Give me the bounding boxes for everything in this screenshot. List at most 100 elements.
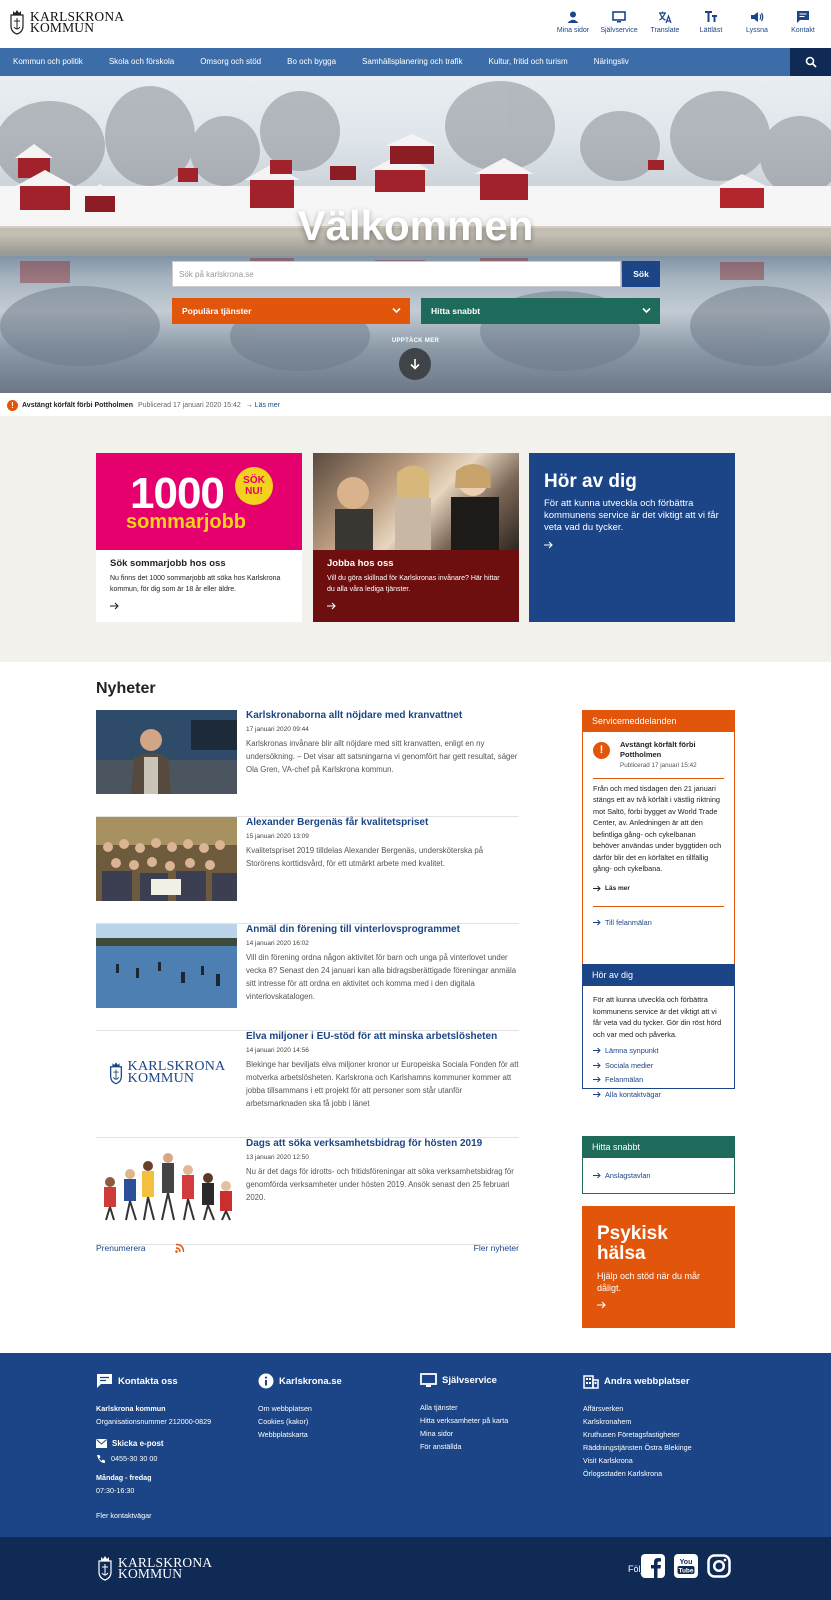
card-title: Sök sommarjobb hos oss — [110, 558, 226, 569]
news-item[interactable]: Alexander Bergenäs får kvalitetspriset 1… — [96, 817, 519, 924]
news-date: 14 januari 2020 14:56 — [246, 1047, 309, 1054]
hero-search-input[interactable]: Sök på karlskrona.se — [172, 261, 621, 287]
nav-item-kultur[interactable]: Kultur, fritid och turism — [476, 48, 581, 76]
news-title[interactable]: Karlskronaborna allt nöjdare med kranvat… — [246, 710, 519, 721]
dropdown-label: Populära tjänster — [182, 306, 252, 316]
footer-site-column: Karlskrona.se Om webbplatsen Cookies (ka… — [258, 1373, 342, 1441]
kontakt-link[interactable]: Kontakt — [781, 10, 825, 34]
mina-sidor-link[interactable]: Mina sidor — [551, 10, 595, 34]
external-site-link[interactable]: Räddningstjänsten Östra Blekinge — [583, 1441, 692, 1454]
news-title[interactable]: Anmäl din förening till vinterlovsprogra… — [246, 924, 519, 935]
arrow-right-icon — [593, 919, 601, 926]
site-header: KARLSKRONA KOMMUN Mina sidor Självservice… — [0, 0, 831, 48]
cookies-link[interactable]: Cookies (kakor) — [258, 1415, 342, 1428]
about-site-link[interactable]: Om webbplatsen — [258, 1402, 342, 1415]
box-title: Hör av dig — [582, 964, 735, 986]
news-date: 15 januari 2020 13:09 — [246, 833, 309, 840]
external-site-link[interactable]: Karlskronahem — [583, 1415, 692, 1428]
service-alert-bar: ! Avstängt körfält förbi Pottholmen Publ… — [0, 394, 831, 416]
arrow-right-icon — [544, 541, 553, 549]
work-with-us-card[interactable]: Jobba hos oss Vill du göra skillnad för … — [313, 453, 519, 622]
lattlast-link[interactable]: Lättläst — [689, 10, 733, 34]
news-title[interactable]: Dags att söka verksamhetsbidrag för höst… — [246, 1138, 519, 1149]
news-item[interactable]: Karlskronaborna allt nöjdare med kranvat… — [96, 710, 519, 817]
site-footer: Kontakta oss Karlskrona kommun Organisat… — [0, 1353, 831, 1537]
external-site-link[interactable]: Örlogsstaden Karlskrona — [583, 1467, 692, 1480]
news-date: 13 januari 2020 12:50 — [246, 1154, 309, 1161]
news-item[interactable]: Dags att söka verksamhetsbidrag för höst… — [96, 1138, 519, 1245]
report-issue-link[interactable]: Till felanmälan — [593, 917, 724, 929]
nav-item-omsorg[interactable]: Omsorg och stöd — [187, 48, 274, 76]
employees-link[interactable]: För anställda — [420, 1440, 508, 1453]
external-site-link[interactable]: Affärsverken — [583, 1402, 692, 1415]
info-icon: ! — [7, 399, 18, 411]
external-site-link[interactable]: Kruthusen Företagsfastigheter — [583, 1428, 692, 1441]
fault-report-link[interactable]: Felanmälan — [593, 1074, 724, 1086]
news-title[interactable]: Elva miljoner i EU-stöd för att minska a… — [246, 1031, 519, 1042]
map-link[interactable]: Hitta verksamheter på karta — [420, 1414, 508, 1427]
all-contact-link[interactable]: Alla kontaktvägar — [593, 1089, 724, 1101]
more-news-link[interactable]: Fler nyheter — [474, 1243, 519, 1253]
social-media-link[interactable]: Sociala medier — [593, 1060, 724, 1072]
translate-link[interactable]: Translate — [643, 10, 687, 34]
sitemap-link[interactable]: Webbplatskarta — [258, 1428, 342, 1441]
feedback-card[interactable]: Hör av dig För att kunna utveckla och fö… — [529, 453, 735, 622]
lyssna-link[interactable]: Lyssna — [735, 10, 779, 34]
card-title: Jobba hos oss — [327, 558, 394, 569]
email-link[interactable]: Skicka e-post — [96, 1437, 211, 1450]
opening-days: Måndag - fredag — [96, 1473, 152, 1482]
news-excerpt: Karlskronas invånare blir allt nöjdare m… — [246, 739, 518, 774]
feedback-link[interactable]: Lämna synpunkt — [593, 1045, 724, 1057]
all-services-link[interactable]: Alla tjänster — [420, 1401, 508, 1414]
my-pages-link[interactable]: Mina sidor — [420, 1427, 508, 1440]
arrow-right-icon — [327, 602, 336, 610]
popular-services-dropdown[interactable]: Populära tjänster — [172, 298, 410, 324]
service-read-more-link[interactable]: Läs mer — [593, 883, 724, 895]
nav-item-naringsliv[interactable]: Näringsliv — [581, 48, 642, 76]
contact-us-box: Hör av dig För att kunna utveckla och fö… — [582, 964, 735, 1099]
scroll-down-button[interactable] — [399, 348, 431, 380]
youtube-icon[interactable]: You Tube — [674, 1554, 698, 1578]
news-item[interactable]: Anmäl din förening till vinterlovsprogra… — [96, 924, 519, 1031]
sjalvservice-link[interactable]: Självservice — [597, 10, 641, 34]
nav-item-bo[interactable]: Bo och bygga — [274, 48, 349, 76]
alert-read-more-link[interactable]: → Läs mer — [246, 402, 280, 409]
summer-jobs-card[interactable]: 1000 sommarjobb SÖK NU! Sök sommarjobb ho… — [96, 453, 302, 622]
rss-icon[interactable] — [175, 1243, 185, 1253]
arrow-down-icon — [410, 359, 420, 370]
box-title: Servicemeddelanden — [582, 710, 735, 732]
notice-board-link[interactable]: Anslagstavlan — [593, 1170, 724, 1182]
nav-search-button[interactable] — [790, 48, 831, 76]
alert-title: Avstängt körfält förbi Pottholmen — [22, 401, 133, 409]
news-excerpt: Kvalitetspriset 2019 tilldelas Alexander… — [246, 846, 484, 868]
footer-logo[interactable]: KARLSKRONA KOMMUN — [96, 1555, 212, 1581]
service-alert-title[interactable]: Avstängt körfält förbi Pottholmen — [620, 740, 724, 760]
info-icon — [258, 1373, 274, 1389]
instagram-icon[interactable] — [707, 1554, 731, 1578]
quick-find-dropdown[interactable]: Hitta snabbt — [421, 298, 660, 324]
site-logo[interactable]: KARLSKRONA KOMMUN — [8, 9, 124, 35]
external-site-link[interactable]: Visit Karlskrona — [583, 1454, 692, 1467]
work-with-us-image — [313, 453, 519, 550]
chevron-down-icon — [392, 307, 401, 314]
news-item[interactable]: KARLSKRONA KOMMUN Elva miljoner i EU-stöd… — [96, 1031, 519, 1138]
org-name: Karlskrona kommun — [96, 1404, 166, 1413]
tool-label: Självservice — [600, 27, 638, 34]
news-title[interactable]: Alexander Bergenäs får kvalitetspriset — [246, 817, 519, 828]
nav-item-skola[interactable]: Skola och förskola — [96, 48, 187, 76]
mental-health-card[interactable]: Psykisk hälsa Hjälp och stöd när du mår d… — [582, 1206, 735, 1328]
nav-item-kommun[interactable]: Kommun och politik — [0, 48, 96, 76]
card-text: Vill du göra skillnad för Karlskronas in… — [327, 575, 500, 593]
subscribe-link[interactable]: Prenumerera — [96, 1243, 146, 1253]
svg-text:You: You — [680, 1559, 693, 1566]
more-contact-link[interactable]: Fler kontaktvägar — [96, 1509, 211, 1522]
discover-label: UPPTÄCK MER — [391, 338, 440, 344]
facebook-icon[interactable] — [641, 1554, 665, 1578]
nav-item-samhallsplanering[interactable]: Samhällsplanering och trafik — [349, 48, 476, 76]
phone-link[interactable]: 0455-30 30 00 — [96, 1452, 211, 1465]
arrow-right-icon — [593, 1172, 601, 1179]
speaker-icon — [751, 12, 764, 22]
arrow-right-icon — [593, 1076, 601, 1083]
translate-icon — [659, 11, 672, 24]
hero-search-button[interactable]: Sök — [622, 261, 660, 287]
